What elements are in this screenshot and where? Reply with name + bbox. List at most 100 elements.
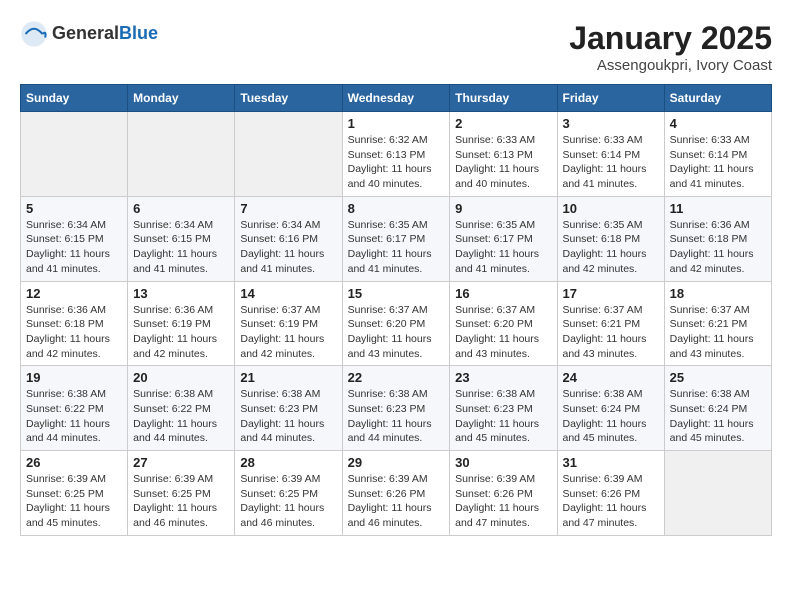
calendar-cell — [664, 451, 771, 536]
logo-general-text: General — [52, 23, 119, 43]
day-info: Sunrise: 6:37 AMSunset: 6:21 PMDaylight:… — [563, 303, 659, 362]
day-info: Sunrise: 6:34 AMSunset: 6:15 PMDaylight:… — [133, 218, 229, 277]
page-subtitle: Assengoukpri, Ivory Coast — [569, 57, 772, 74]
calendar-cell: 14 Sunrise: 6:37 AMSunset: 6:19 PMDayligh… — [235, 281, 342, 366]
day-info: Sunrise: 6:38 AMSunset: 6:24 PMDaylight:… — [670, 387, 766, 446]
day-number: 26 — [26, 455, 122, 470]
day-number: 20 — [133, 370, 229, 385]
day-number: 18 — [670, 286, 766, 301]
logo-blue-text: Blue — [119, 23, 158, 43]
day-number: 7 — [240, 201, 336, 216]
logo-icon — [20, 20, 48, 48]
day-info: Sunrise: 6:39 AMSunset: 6:25 PMDaylight:… — [26, 472, 122, 531]
calendar-week-1: 1 Sunrise: 6:32 AMSunset: 6:13 PMDaylight… — [21, 112, 772, 197]
day-info: Sunrise: 6:38 AMSunset: 6:24 PMDaylight:… — [563, 387, 659, 446]
calendar-cell: 4 Sunrise: 6:33 AMSunset: 6:14 PMDaylight… — [664, 112, 771, 197]
day-info: Sunrise: 6:36 AMSunset: 6:18 PMDaylight:… — [670, 218, 766, 277]
day-number: 9 — [455, 201, 551, 216]
day-number: 27 — [133, 455, 229, 470]
day-number: 10 — [563, 201, 659, 216]
day-info: Sunrise: 6:33 AMSunset: 6:13 PMDaylight:… — [455, 133, 551, 192]
calendar-cell: 16 Sunrise: 6:37 AMSunset: 6:20 PMDayligh… — [450, 281, 557, 366]
header: GeneralBlue January 2025 Assengoukpri, I… — [20, 20, 772, 74]
day-info: Sunrise: 6:39 AMSunset: 6:26 PMDaylight:… — [563, 472, 659, 531]
calendar-cell: 26 Sunrise: 6:39 AMSunset: 6:25 PMDayligh… — [21, 451, 128, 536]
day-info: Sunrise: 6:35 AMSunset: 6:17 PMDaylight:… — [348, 218, 445, 277]
day-number: 6 — [133, 201, 229, 216]
day-info: Sunrise: 6:38 AMSunset: 6:23 PMDaylight:… — [240, 387, 336, 446]
calendar-cell: 27 Sunrise: 6:39 AMSunset: 6:25 PMDayligh… — [128, 451, 235, 536]
calendar-cell: 30 Sunrise: 6:39 AMSunset: 6:26 PMDayligh… — [450, 451, 557, 536]
day-info: Sunrise: 6:37 AMSunset: 6:20 PMDaylight:… — [455, 303, 551, 362]
calendar-cell — [128, 112, 235, 197]
day-number: 13 — [133, 286, 229, 301]
day-info: Sunrise: 6:34 AMSunset: 6:15 PMDaylight:… — [26, 218, 122, 277]
day-number: 19 — [26, 370, 122, 385]
day-info: Sunrise: 6:39 AMSunset: 6:26 PMDaylight:… — [455, 472, 551, 531]
logo: GeneralBlue — [20, 20, 158, 48]
calendar-cell: 6 Sunrise: 6:34 AMSunset: 6:15 PMDaylight… — [128, 196, 235, 281]
day-info: Sunrise: 6:39 AMSunset: 6:25 PMDaylight:… — [240, 472, 336, 531]
day-info: Sunrise: 6:33 AMSunset: 6:14 PMDaylight:… — [563, 133, 659, 192]
calendar-cell: 31Sunrise: 6:39 AMSunset: 6:26 PMDayligh… — [557, 451, 664, 536]
calendar-cell: 13Sunrise: 6:36 AMSunset: 6:19 PMDayligh… — [128, 281, 235, 366]
calendar-table: SundayMondayTuesdayWednesdayThursdayFrid… — [20, 84, 772, 536]
calendar-cell: 19 Sunrise: 6:38 AMSunset: 6:22 PMDayligh… — [21, 366, 128, 451]
weekday-header-sunday: Sunday — [21, 85, 128, 112]
calendar-cell: 8Sunrise: 6:35 AMSunset: 6:17 PMDaylight… — [342, 196, 450, 281]
day-info: Sunrise: 6:33 AMSunset: 6:14 PMDaylight:… — [670, 133, 766, 192]
day-number: 28 — [240, 455, 336, 470]
day-number: 23 — [455, 370, 551, 385]
calendar-cell: 15 Sunrise: 6:37 AMSunset: 6:20 PMDayligh… — [342, 281, 450, 366]
day-number: 30 — [455, 455, 551, 470]
day-number: 1 — [348, 116, 445, 131]
calendar-cell: 17 Sunrise: 6:37 AMSunset: 6:21 PMDayligh… — [557, 281, 664, 366]
calendar-cell: 18 Sunrise: 6:37 AMSunset: 6:21 PMDayligh… — [664, 281, 771, 366]
day-number: 17 — [563, 286, 659, 301]
calendar-cell: 25 Sunrise: 6:38 AMSunset: 6:24 PMDayligh… — [664, 366, 771, 451]
weekday-header-tuesday: Tuesday — [235, 85, 342, 112]
day-number: 22 — [348, 370, 445, 385]
day-number: 25 — [670, 370, 766, 385]
calendar-cell — [21, 112, 128, 197]
day-info: Sunrise: 6:38 AMSunset: 6:23 PMDaylight:… — [455, 387, 551, 446]
calendar-week-2: 5 Sunrise: 6:34 AMSunset: 6:15 PMDaylight… — [21, 196, 772, 281]
title-block: January 2025 Assengoukpri, Ivory Coast — [569, 20, 772, 74]
day-info: Sunrise: 6:37 AMSunset: 6:21 PMDaylight:… — [670, 303, 766, 362]
day-number: 24 — [563, 370, 659, 385]
page-title: January 2025 — [569, 20, 772, 57]
day-number: 2 — [455, 116, 551, 131]
day-info: Sunrise: 6:34 AMSunset: 6:16 PMDaylight:… — [240, 218, 336, 277]
weekday-header-saturday: Saturday — [664, 85, 771, 112]
day-info: Sunrise: 6:37 AMSunset: 6:20 PMDaylight:… — [348, 303, 445, 362]
calendar-cell: 1 Sunrise: 6:32 AMSunset: 6:13 PMDaylight… — [342, 112, 450, 197]
day-number: 14 — [240, 286, 336, 301]
calendar-cell: 7 Sunrise: 6:34 AMSunset: 6:16 PMDaylight… — [235, 196, 342, 281]
calendar-cell: 20Sunrise: 6:38 AMSunset: 6:22 PMDayligh… — [128, 366, 235, 451]
day-info: Sunrise: 6:36 AMSunset: 6:18 PMDaylight:… — [26, 303, 122, 362]
day-number: 15 — [348, 286, 445, 301]
day-number: 4 — [670, 116, 766, 131]
calendar-cell: 11 Sunrise: 6:36 AMSunset: 6:18 PMDayligh… — [664, 196, 771, 281]
calendar-body: 1 Sunrise: 6:32 AMSunset: 6:13 PMDaylight… — [21, 112, 772, 536]
day-info: Sunrise: 6:37 AMSunset: 6:19 PMDaylight:… — [240, 303, 336, 362]
day-info: Sunrise: 6:32 AMSunset: 6:13 PMDaylight:… — [348, 133, 445, 192]
calendar-cell: 9 Sunrise: 6:35 AMSunset: 6:17 PMDaylight… — [450, 196, 557, 281]
day-number: 11 — [670, 201, 766, 216]
calendar-cell: 28 Sunrise: 6:39 AMSunset: 6:25 PMDayligh… — [235, 451, 342, 536]
weekday-header-friday: Friday — [557, 85, 664, 112]
calendar-week-4: 19 Sunrise: 6:38 AMSunset: 6:22 PMDayligh… — [21, 366, 772, 451]
day-info: Sunrise: 6:39 AMSunset: 6:25 PMDaylight:… — [133, 472, 229, 531]
calendar-cell: 24 Sunrise: 6:38 AMSunset: 6:24 PMDayligh… — [557, 366, 664, 451]
day-info: Sunrise: 6:38 AMSunset: 6:22 PMDaylight:… — [26, 387, 122, 446]
day-info: Sunrise: 6:35 AMSunset: 6:18 PMDaylight:… — [563, 218, 659, 277]
calendar-cell: 21Sunrise: 6:38 AMSunset: 6:23 PMDayligh… — [235, 366, 342, 451]
day-number: 16 — [455, 286, 551, 301]
day-number: 12 — [26, 286, 122, 301]
day-number: 3 — [563, 116, 659, 131]
day-info: Sunrise: 6:38 AMSunset: 6:23 PMDaylight:… — [348, 387, 445, 446]
day-number: 5 — [26, 201, 122, 216]
weekday-header-thursday: Thursday — [450, 85, 557, 112]
day-info: Sunrise: 6:35 AMSunset: 6:17 PMDaylight:… — [455, 218, 551, 277]
day-info: Sunrise: 6:39 AMSunset: 6:26 PMDaylight:… — [348, 472, 445, 531]
